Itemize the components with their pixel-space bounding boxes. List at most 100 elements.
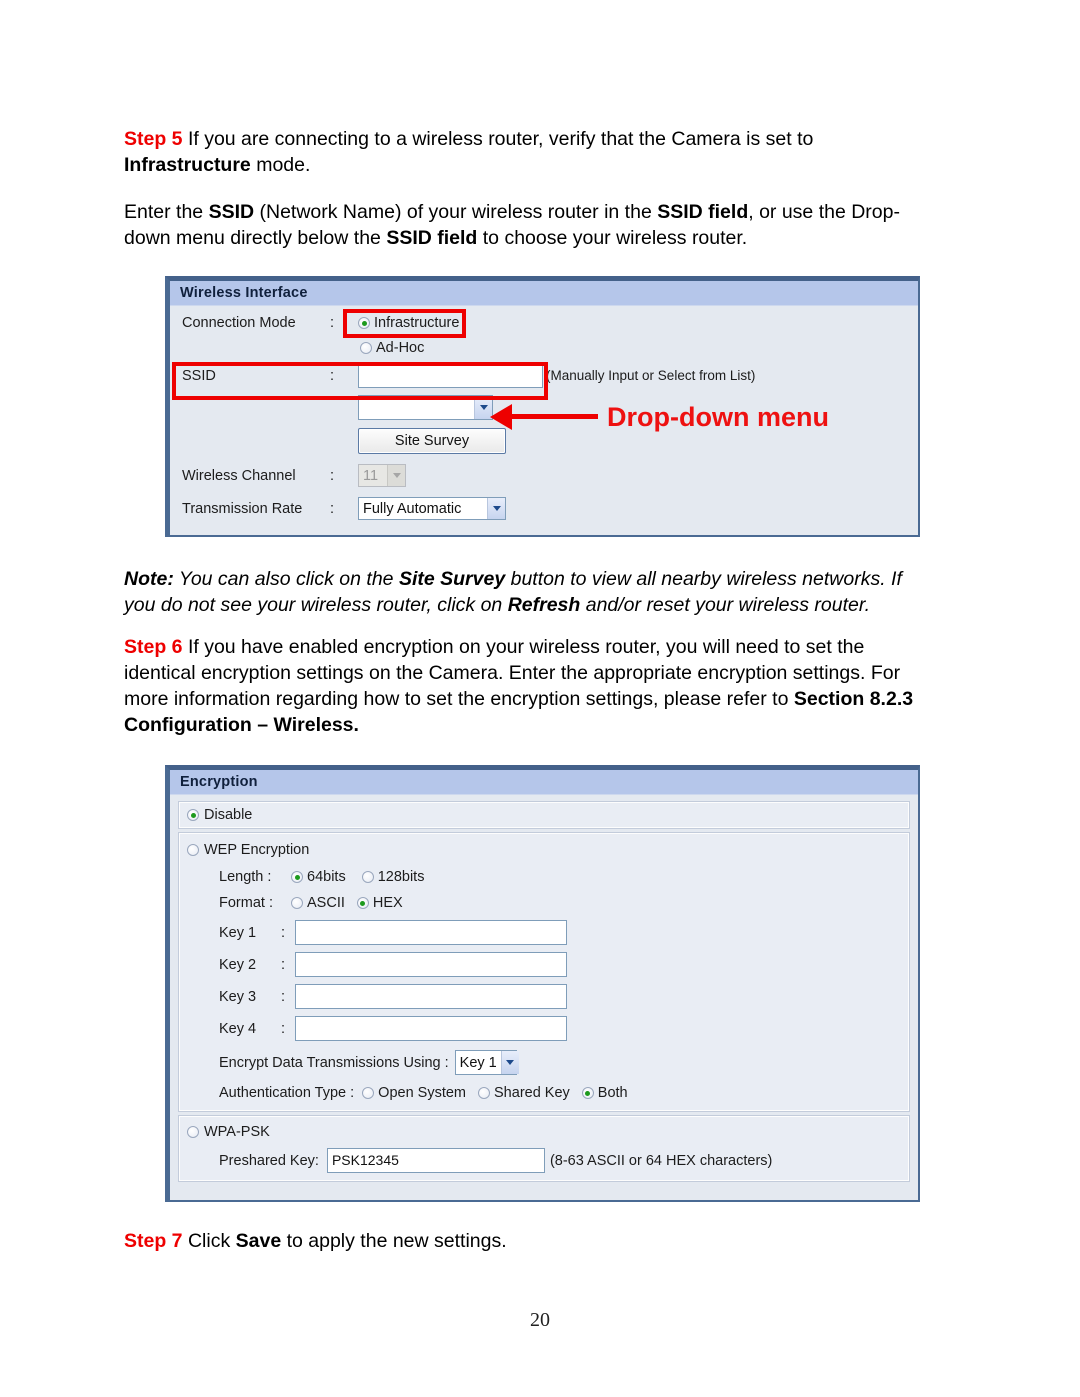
- radio-disable-label: Disable: [204, 807, 253, 823]
- key4-input[interactable]: [295, 1016, 567, 1041]
- annotation-arrow-shaft: [510, 414, 598, 419]
- step5-label: Step 5: [124, 128, 183, 150]
- step6-text-a: If you have enabled encryption on your w…: [124, 636, 901, 710]
- transmission-rate-dropdown[interactable]: Fully Automatic: [358, 497, 506, 520]
- wep-length-row: Length : 64bits 128bits: [179, 867, 909, 887]
- radio-auth-both-icon[interactable]: [581, 1087, 594, 1099]
- radio-disable-icon[interactable]: [187, 809, 199, 821]
- connection-mode-label: Connection Mode: [182, 315, 296, 331]
- wep-key4-row: Key 4 :: [179, 1016, 909, 1041]
- radio-infrastructure-label: Infrastructure: [374, 315, 460, 331]
- key1-input[interactable]: [295, 920, 567, 945]
- radio-format-ascii[interactable]: ASCII: [291, 895, 345, 911]
- chevron-down-icon[interactable]: [387, 465, 405, 486]
- key3-input[interactable]: [295, 984, 567, 1009]
- key1-colon: :: [281, 924, 286, 941]
- encrypt-using-dropdown[interactable]: Key 1: [454, 1050, 519, 1075]
- radio-infrastructure-icon[interactable]: [358, 317, 370, 329]
- auth-type-row: Authentication Type : Open System Shared…: [179, 1083, 909, 1103]
- wep-key1-row: Key 1 :: [179, 920, 909, 945]
- page-number: 20: [530, 1309, 550, 1331]
- radio-length-128bits-label: 128bits: [377, 869, 425, 885]
- connection-mode-row: Connection Mode : Infrastructure: [170, 310, 918, 336]
- step7-text-a: Click: [182, 1230, 236, 1252]
- preshared-key-label: Preshared Key:: [219, 1152, 319, 1169]
- radio-wep-label: WEP Encryption: [204, 842, 310, 858]
- note-paragraph: Note: You can also click on the Site Sur…: [124, 566, 934, 618]
- radio-auth-open-system-icon[interactable]: [362, 1087, 375, 1099]
- note-bold-site-survey: Site Survey: [398, 568, 506, 590]
- key2-input[interactable]: [295, 952, 567, 977]
- key1-label: Key 1: [219, 924, 257, 941]
- encrypt-using-row: Encrypt Data Transmissions Using : Key 1: [179, 1050, 909, 1075]
- step7-text-b: to apply the new settings.: [281, 1230, 507, 1252]
- ssid-dropdown[interactable]: [358, 394, 493, 420]
- radio-wep[interactable]: WEP Encryption: [179, 840, 909, 860]
- radio-auth-shared-key-label: Shared Key: [494, 1085, 570, 1101]
- encryption-panel-title: Encryption: [170, 770, 918, 795]
- wireless-channel-row: Wireless Channel : 11: [170, 459, 918, 492]
- key3-colon: :: [281, 988, 286, 1005]
- ssid-label: SSID: [182, 367, 216, 384]
- radio-auth-shared-key-icon[interactable]: [478, 1087, 491, 1099]
- ssid-row: SSID : (Manually Input or Select from Li…: [170, 360, 918, 391]
- connection-mode-colon: :: [330, 315, 335, 331]
- preshared-key-input[interactable]: PSK12345: [326, 1148, 545, 1173]
- step7-bold-save: Save: [235, 1230, 282, 1252]
- ssid-hint: (Manually Input or Select from List): [546, 368, 756, 383]
- radio-length-64bits-icon[interactable]: [291, 871, 303, 883]
- wep-length-label: Length :: [219, 869, 272, 885]
- site-survey-button[interactable]: Site Survey: [358, 428, 506, 454]
- radio-auth-shared-key[interactable]: Shared Key: [478, 1085, 570, 1101]
- radio-format-hex-icon[interactable]: [356, 897, 369, 909]
- radio-ad-hoc-label: Ad-Hoc: [376, 340, 425, 356]
- radio-wpa-psk-icon[interactable]: [187, 1126, 199, 1138]
- radio-wpa-psk[interactable]: WPA-PSK: [179, 1122, 909, 1142]
- transmission-rate-label: Transmission Rate: [182, 500, 303, 517]
- radio-wep-icon[interactable]: [187, 844, 199, 856]
- step6-text-b: .: [353, 714, 359, 736]
- note-label: Note:: [124, 568, 174, 590]
- wireless-channel-label: Wireless Channel: [182, 467, 296, 484]
- encrypt-using-label: Encrypt Data Transmissions Using :: [219, 1054, 449, 1071]
- wep-format-label: Format :: [219, 895, 273, 911]
- chevron-down-icon[interactable]: [487, 498, 505, 519]
- radio-length-128bits[interactable]: 128bits: [361, 869, 425, 885]
- note-bold-refresh: Refresh: [507, 594, 581, 616]
- radio-ad-hoc[interactable]: Ad-Hoc: [360, 340, 424, 356]
- ssid-bold-3: SSID field: [386, 227, 478, 249]
- preshared-key-row: Preshared Key: PSK12345 (8-63 ASCII or 6…: [179, 1148, 909, 1173]
- radio-ad-hoc-icon[interactable]: [360, 342, 372, 354]
- auth-type-label: Authentication Type :: [219, 1085, 355, 1101]
- wireless-channel-dropdown[interactable]: 11: [358, 464, 406, 487]
- transmission-rate-row: Transmission Rate : Fully Automatic: [170, 492, 918, 525]
- transmission-rate-colon: :: [330, 500, 335, 517]
- radio-length-128bits-icon[interactable]: [361, 871, 374, 883]
- radio-length-64bits[interactable]: 64bits: [291, 869, 346, 885]
- ssid-input[interactable]: [358, 363, 543, 388]
- step5-text-a: If you are connecting to a wireless rout…: [182, 128, 814, 150]
- radio-format-hex[interactable]: HEX: [356, 895, 403, 911]
- wep-format-row: Format : ASCII HEX: [179, 893, 909, 913]
- wpa-psk-group: WPA-PSK Preshared Key: PSK12345 (8-63 AS…: [178, 1115, 910, 1182]
- chevron-down-icon[interactable]: [500, 1051, 519, 1074]
- step5-paragraph: Step 5 If you are connecting to a wirele…: [124, 126, 934, 178]
- radio-auth-both[interactable]: Both: [581, 1085, 628, 1101]
- key2-colon: :: [281, 956, 286, 973]
- wireless-channel-value: 11: [363, 467, 379, 484]
- ssid-paragraph: Enter the SSID (Network Name) of your wi…: [124, 199, 934, 251]
- radio-disable[interactable]: Disable: [179, 805, 252, 825]
- encryption-panel-body: Disable WEP Encryption Length : 64bits 1…: [170, 795, 918, 1182]
- radio-format-ascii-icon[interactable]: [291, 897, 303, 909]
- key4-colon: :: [281, 1020, 286, 1037]
- ssid-bold-1: SSID: [208, 201, 255, 223]
- radio-format-hex-label: HEX: [372, 895, 403, 911]
- ssid-colon: :: [330, 367, 335, 384]
- annotation-dropdown-menu-label: Drop-down menu: [607, 402, 829, 432]
- radio-auth-open-system[interactable]: Open System: [362, 1085, 466, 1101]
- note-text-a: You can also click on the: [173, 568, 399, 590]
- radio-infrastructure[interactable]: Infrastructure: [358, 315, 459, 331]
- step6-label: Step 6: [124, 636, 183, 658]
- preshared-key-hint: (8-63 ASCII or 64 HEX characters): [549, 1152, 773, 1169]
- wep-key3-row: Key 3 :: [179, 984, 909, 1009]
